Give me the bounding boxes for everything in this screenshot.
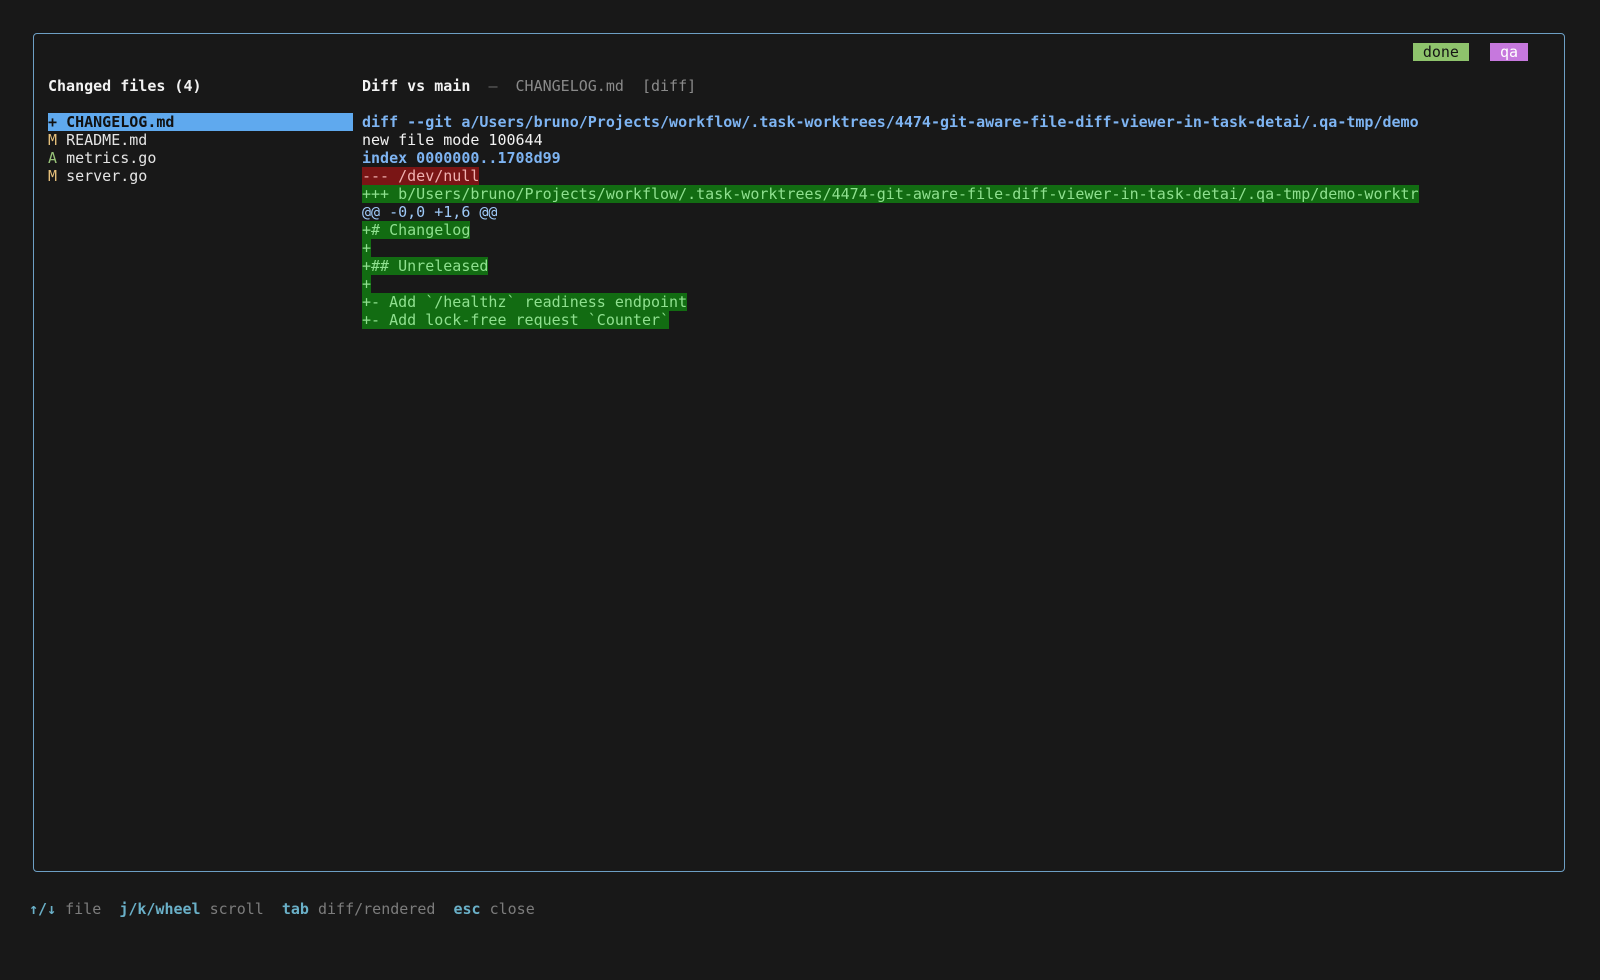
diff-line: +# Changelog — [362, 221, 1557, 239]
file-list-item[interactable]: + CHANGELOG.md — [48, 113, 353, 131]
hint-key: j/k/wheel — [119, 900, 201, 918]
file-list: + CHANGELOG.md M README.md A metrics.go M s… — [48, 113, 353, 185]
hint-key: ↑/↓ — [29, 900, 57, 918]
diff-line: index 0000000..1708d99 — [362, 149, 1557, 167]
status-badges: done qa — [1412, 43, 1528, 61]
file-status-marker: M — [48, 167, 58, 185]
file-name: README.md — [66, 131, 148, 149]
diff-line-text: @@ -0,0 +1,6 @@ — [362, 203, 498, 221]
diff-line: +## Unreleased — [362, 257, 1557, 275]
file-name: metrics.go — [66, 149, 157, 167]
diff-line: + — [362, 239, 1557, 257]
file-name: CHANGELOG.md — [66, 113, 175, 131]
diff-line: +- Add lock-free request `Counter` — [362, 311, 1557, 329]
diff-line-text: index 0000000..1708d99 — [362, 149, 561, 167]
diff-pane: Diff vs main — CHANGELOG.md [diff] diff … — [362, 77, 1557, 329]
file-list-item[interactable]: M README.md — [48, 131, 353, 149]
hint-key: esc — [453, 900, 481, 918]
diff-line: +- Add `/healthz` readiness endpoint — [362, 293, 1557, 311]
diff-line: --- /dev/null — [362, 167, 1557, 185]
diff-line: @@ -0,0 +1,6 @@ — [362, 203, 1557, 221]
hint-key: tab — [281, 900, 309, 918]
diff-line: diff --git a/Users/bruno/Projects/workfl… — [362, 113, 1557, 131]
diff-line-text: +- Add `/healthz` readiness endpoint — [362, 293, 688, 311]
diff-line: +++ b/Users/bruno/Projects/workflow/.tas… — [362, 185, 1557, 203]
diff-line-text: + — [362, 275, 372, 293]
file-status-marker: A — [48, 149, 58, 167]
diff-title: Diff vs main — [362, 77, 471, 95]
hint-description: file — [65, 900, 102, 918]
changed-files-title: Changed files (4) — [48, 77, 202, 95]
diff-current-file: CHANGELOG.md — [515, 77, 624, 95]
diff-line-text: diff --git a/Users/bruno/Projects/workfl… — [362, 113, 1419, 131]
file-name: server.go — [66, 167, 148, 185]
changed-files-pane: Changed files (4) + CHANGELOG.md M README… — [48, 77, 353, 185]
file-list-item[interactable]: A metrics.go — [48, 149, 353, 167]
diff-line-text: + — [362, 239, 372, 257]
diff-line: + — [362, 275, 1557, 293]
diff-line-text: --- /dev/null — [362, 167, 480, 185]
diff-line-text: new file mode 100644 — [362, 131, 543, 149]
status-badge-qa: qa — [1489, 43, 1528, 61]
diff-line-text: +# Changelog — [362, 221, 471, 239]
diff-line-text: +++ b/Users/bruno/Projects/workflow/.tas… — [362, 185, 1419, 203]
diff-view-mode[interactable]: [diff] — [642, 77, 696, 95]
diff-header: Diff vs main — CHANGELOG.md [diff] — [362, 77, 1557, 95]
file-status-marker: + — [48, 113, 58, 131]
hint-description: close — [489, 900, 535, 918]
diff-viewer-panel: done qa Changed files (4) + CHANGELOG.md… — [33, 33, 1565, 872]
hint-description: diff/rendered — [318, 900, 436, 918]
hint-description: scroll — [209, 900, 264, 918]
status-badge-done: done — [1412, 43, 1469, 61]
file-status-marker: M — [48, 131, 58, 149]
diff-line-text: +## Unreleased — [362, 257, 489, 275]
diff-header-separator: — — [488, 77, 498, 95]
keybinding-hints: ↑/↓ file j/k/wheel scroll tab diff/rende… — [29, 900, 535, 918]
diff-content[interactable]: diff --git a/Users/bruno/Projects/workfl… — [362, 113, 1557, 329]
diff-line: new file mode 100644 — [362, 131, 1557, 149]
file-list-item[interactable]: M server.go — [48, 167, 353, 185]
diff-line-text: +- Add lock-free request `Counter` — [362, 311, 670, 329]
